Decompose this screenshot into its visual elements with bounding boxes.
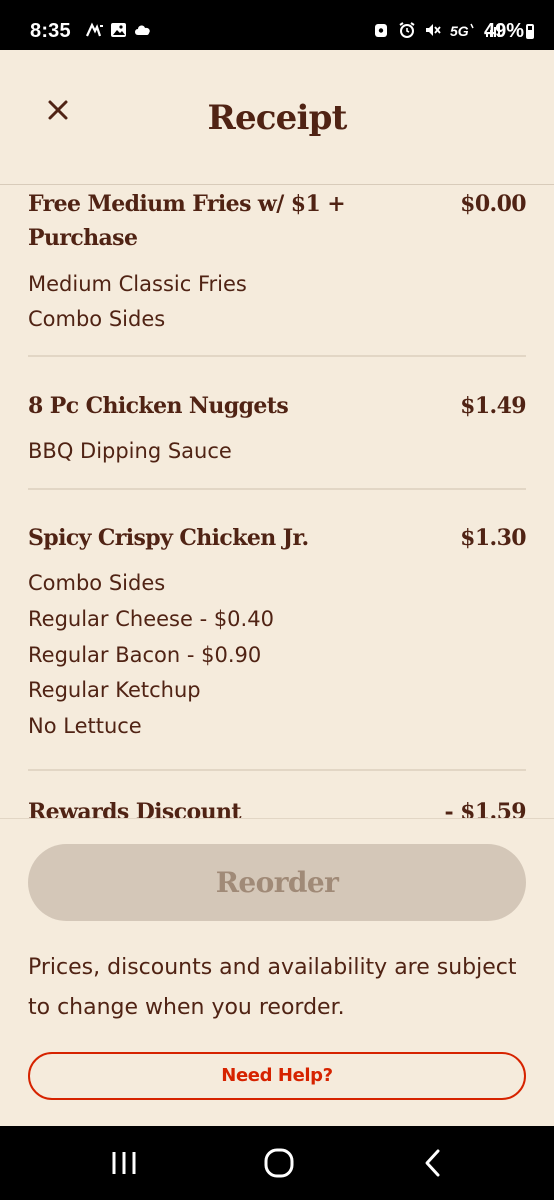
item-modifier: BBQ Dipping Sauce <box>28 439 232 463</box>
back-icon[interactable] <box>414 1146 454 1180</box>
item-modifier: Combo Sides <box>28 571 166 595</box>
divider <box>28 355 526 357</box>
item-name: Rewards Discount <box>28 799 242 818</box>
system-nav-bar <box>0 1126 554 1200</box>
divider <box>28 488 526 490</box>
battery-percent: 49% <box>483 20 524 42</box>
mute-icon <box>426 24 441 36</box>
status-left-icons <box>86 22 152 38</box>
image-notification-icon <box>111 23 126 37</box>
status-bar: 8:35 5G 49% <box>0 0 554 50</box>
status-time: 8:35 <box>30 20 71 42</box>
cloud-icon <box>135 25 150 35</box>
network-5g-icon: 5G <box>450 23 474 38</box>
item-modifier: No Lettuce <box>28 714 142 738</box>
footer-divider <box>0 818 554 819</box>
status-right-icons: 5G <box>372 22 502 38</box>
item-modifier: Medium Classic Fries <box>28 272 247 296</box>
item-modifier: Regular Bacon - $0.90 <box>28 643 262 667</box>
item-modifier: Regular Ketchup <box>28 678 201 702</box>
item-price: - $1.59 <box>444 799 527 818</box>
item-price: $1.49 <box>460 393 526 419</box>
divider <box>28 769 526 771</box>
header: Receipt <box>0 50 554 185</box>
item-modifier: Regular Cheese - $0.40 <box>28 607 274 631</box>
home-icon[interactable] <box>259 1146 299 1180</box>
reorder-button[interactable]: Reorder <box>28 844 526 921</box>
receipt-items-list[interactable]: Free Medium Fries w/ $1 + Purchase $0.00… <box>0 185 554 818</box>
need-help-button[interactable]: Need Help? <box>28 1052 526 1100</box>
item-name: 8 Pc Chicken Nuggets <box>28 393 289 419</box>
recent-apps-icon[interactable] <box>104 1146 144 1180</box>
app-notification-icon <box>86 22 103 37</box>
lock-icon <box>375 24 387 37</box>
reorder-disclaimer: Prices, discounts and availability are s… <box>28 955 517 1020</box>
page-title: Receipt <box>207 98 347 138</box>
svg-text:5G: 5G <box>450 23 469 38</box>
battery-icon <box>526 24 534 39</box>
receipt-screen: Receipt Free Medium Fries w/ $1 + Purcha… <box>0 50 554 1126</box>
item-modifier: Combo Sides <box>28 307 166 331</box>
item-name: Spicy Crispy Chicken Jr. <box>28 525 309 551</box>
alarm-icon <box>399 22 415 38</box>
item-name: Free Medium Fries w/ $1 + Purchase <box>28 191 346 251</box>
item-price: $0.00 <box>460 191 526 217</box>
item-price: $1.30 <box>460 525 526 551</box>
